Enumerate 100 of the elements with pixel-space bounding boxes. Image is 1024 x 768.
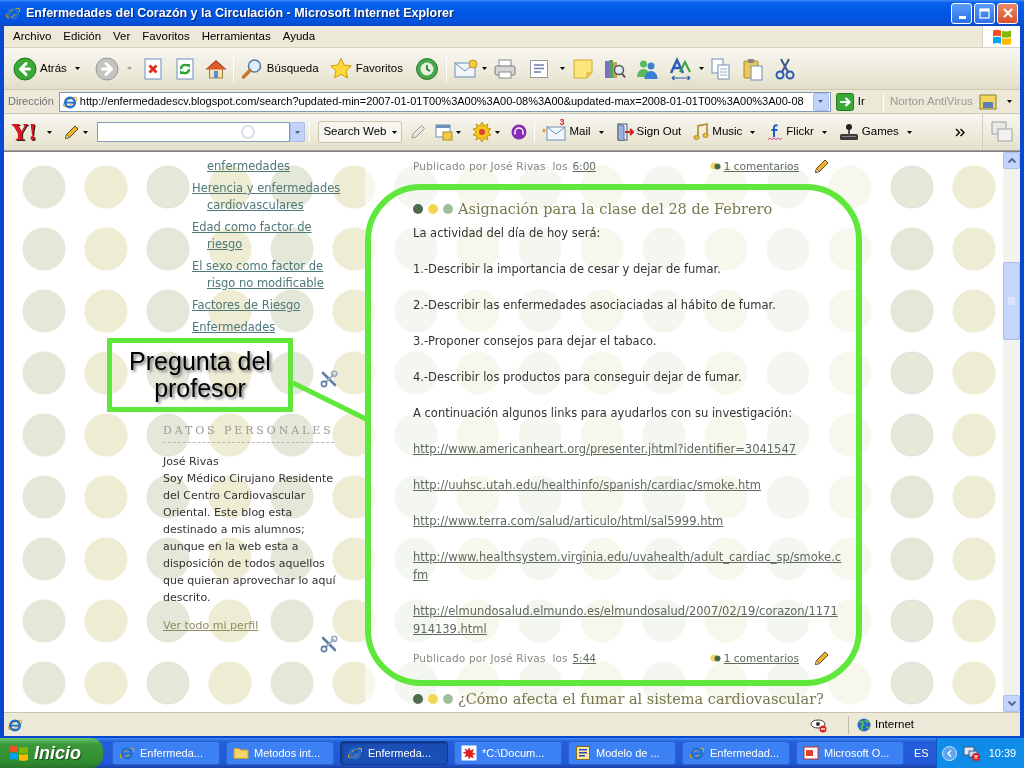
taskbar-button[interactable]: Microsoft O... bbox=[796, 741, 904, 765]
menu-item[interactable]: Herramientas bbox=[195, 26, 277, 47]
post-link[interactable]: http://elmundosalud.elmundo.es/elmundosalud/2007/02/19/corazon/1171914139.html bbox=[413, 602, 845, 638]
search-toolbar-button[interactable]: Music bbox=[690, 116, 759, 148]
profile-name: José Rivas bbox=[163, 454, 220, 470]
door-exit-icon bbox=[615, 123, 634, 141]
window-icon bbox=[435, 123, 454, 141]
comment-dots-icon bbox=[709, 654, 721, 662]
post-time-label: los bbox=[552, 159, 568, 174]
scroll-up-button[interactable] bbox=[1003, 152, 1020, 169]
envelope-icon bbox=[542, 123, 567, 141]
scrollbar-thumb[interactable] bbox=[1003, 262, 1020, 340]
sidebar-link[interactable]: enfermedades bbox=[192, 158, 347, 175]
chevron-left-icon bbox=[946, 749, 952, 757]
document-edit-icon bbox=[528, 58, 549, 79]
privacy-eye-icon bbox=[810, 716, 828, 733]
menu-item[interactable]: Edición bbox=[57, 26, 108, 47]
address-label: Dirección bbox=[8, 94, 54, 110]
stacked-windows-icon bbox=[989, 120, 1014, 144]
caret-icon bbox=[456, 130, 462, 134]
menu-item[interactable]: Favoritos bbox=[136, 26, 196, 47]
pencil-icon[interactable] bbox=[814, 158, 830, 174]
post-time-link[interactable]: 6:00 bbox=[572, 158, 596, 174]
pencil-icon bbox=[64, 124, 81, 140]
caret-icon bbox=[295, 130, 301, 134]
favorites-button[interactable]: Favoritos bbox=[325, 52, 406, 85]
search-toolbar-button[interactable]: Games bbox=[835, 116, 915, 148]
headphones-icon bbox=[511, 124, 528, 140]
menu-item[interactable]: Archivo bbox=[7, 26, 58, 47]
post-link[interactable]: http://www.americanheart.org/presenter.jhtml?identifier=3041547 bbox=[413, 440, 845, 458]
document-icon bbox=[575, 745, 591, 761]
taskbar-button[interactable]: Metodos int... bbox=[226, 741, 334, 765]
taskbar-button[interactable]: Enfermeda... bbox=[112, 741, 220, 765]
comment-dots-icon bbox=[709, 162, 721, 170]
search-toolbar-button[interactable]: Sign Out bbox=[612, 116, 685, 148]
scroll-down-button[interactable] bbox=[1003, 695, 1020, 712]
start-button[interactable]: Inicio bbox=[0, 738, 103, 768]
sidebar-link[interactable]: Herencia y enfermedades cardiovasculares bbox=[192, 180, 347, 214]
sidebar-link[interactable]: Enfermedades bbox=[192, 319, 347, 336]
pencil-icon bbox=[410, 124, 427, 140]
caret-icon bbox=[83, 130, 89, 134]
minimize-icon bbox=[958, 15, 966, 19]
taskbar-button[interactable]: Enfermeda... bbox=[340, 741, 448, 765]
post-time-label: los bbox=[552, 651, 568, 666]
dropdown-button[interactable] bbox=[290, 122, 306, 142]
post-paragraph: 3.-Proponer consejos para dejar el tabaco. bbox=[413, 333, 658, 350]
search-toolbar-button[interactable]: Flickr bbox=[764, 116, 830, 148]
caret-icon bbox=[74, 67, 80, 70]
post-link[interactable]: http://www.terra.com/salud/articulo/html/sal5999.htm bbox=[413, 512, 845, 530]
f-logo-icon bbox=[767, 123, 784, 141]
search-button[interactable]: Búsqueda bbox=[236, 52, 322, 85]
logo-menu-button[interactable]: Y! bbox=[8, 117, 57, 147]
target-icon bbox=[472, 122, 493, 142]
caret-icon bbox=[1006, 100, 1012, 103]
music-notes-icon bbox=[693, 123, 710, 141]
search-field[interactable] bbox=[97, 122, 291, 142]
callout-text: Pregunta del profesor bbox=[128, 348, 272, 402]
address-field[interactable]: http://enfermedadescv.blogspot.com/search?updated-min=2007-01-01T00%3A00%3A00-08%3A00&updated-max=2008-01-01T00%3A00%3A00-08 bbox=[58, 91, 831, 112]
double-chevron-icon bbox=[955, 127, 965, 137]
taskbar-button[interactable]: Enfermedad... bbox=[682, 741, 790, 765]
sidebar-link[interactable]: El sexo como factor de risgo no modificable bbox=[192, 258, 347, 292]
post-paragraph: 1.-Describir la importancia de cesar y dejar de fumar. bbox=[413, 261, 722, 278]
search-web-button[interactable]: Search Web bbox=[318, 121, 403, 143]
caret-icon bbox=[47, 130, 53, 134]
pencil-icon[interactable] bbox=[814, 650, 830, 666]
go-button[interactable]: Ir bbox=[835, 92, 865, 111]
comments-link[interactable]: 1 comentarios bbox=[723, 158, 799, 174]
menu-item[interactable]: Ver bbox=[107, 26, 137, 47]
browser-logo-icon bbox=[119, 745, 135, 761]
clipboard-icon bbox=[741, 56, 764, 81]
tools-icon[interactable] bbox=[320, 635, 338, 653]
profile-description: Soy Médico Cirujano Residente del Centro Cardiovascular Oriental. Este blog esta destinado a mis alumnos; aunque en la web esta a disposición de todos aquellos que quieran aprovechar lo aquí descrito. bbox=[163, 471, 337, 606]
post-byline: Publicado por José Rivas bbox=[413, 159, 546, 174]
search-toolbar-button[interactable]: 3 Mail bbox=[539, 116, 607, 148]
dropdown-button[interactable] bbox=[812, 92, 829, 111]
browser-logo-icon bbox=[5, 5, 21, 21]
post-title: Asignación para la clase del 28 de Febrero bbox=[458, 200, 773, 218]
caret-icon bbox=[126, 67, 132, 70]
tools-icon[interactable] bbox=[320, 370, 338, 388]
caret-icon bbox=[698, 67, 704, 70]
language-indicator[interactable]: ES bbox=[914, 744, 929, 762]
sidebar-link[interactable]: Edad como factor de riesgo bbox=[192, 219, 347, 253]
presentation-icon bbox=[803, 745, 819, 761]
post-link[interactable]: http://uuhsc.utah.edu/healthinfo/spanish/cardiac/smoke.htm bbox=[413, 476, 845, 494]
sidebar-link[interactable]: Factores de Riesgo bbox=[192, 297, 347, 314]
post-time-link[interactable]: 5:44 bbox=[572, 650, 596, 666]
back-button[interactable]: Atrás bbox=[10, 52, 83, 85]
envelope-icon bbox=[452, 57, 479, 80]
post-link[interactable]: http://www.healthsystem.virginia.edu/uvahealth/adult_cardiac_sp/smoke.cfm bbox=[413, 548, 845, 584]
tray-expand-button[interactable] bbox=[941, 745, 957, 761]
comments-link[interactable]: 1 comentarios bbox=[723, 650, 799, 666]
star-icon bbox=[328, 56, 353, 81]
taskbar-button[interactable]: *C:\Docum... bbox=[454, 741, 562, 765]
minimize-button[interactable] bbox=[951, 2, 972, 24]
taskbar-button[interactable]: Modelo de ... bbox=[568, 741, 676, 765]
close-button[interactable] bbox=[997, 2, 1018, 24]
maximize-button[interactable] bbox=[974, 2, 995, 24]
profile-link[interactable]: Ver todo mi perfil bbox=[163, 617, 259, 634]
menu-item[interactable]: Ayuda bbox=[276, 26, 322, 47]
caret-icon bbox=[559, 67, 565, 70]
